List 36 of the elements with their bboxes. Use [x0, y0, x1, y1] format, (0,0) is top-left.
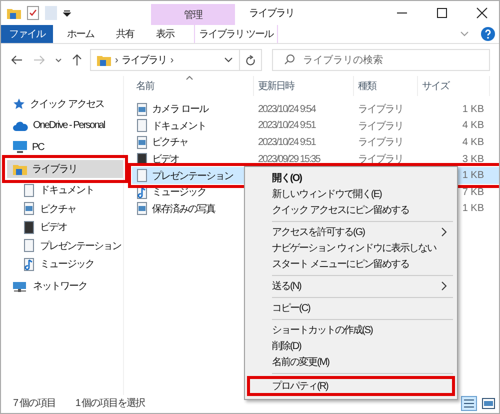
nav-label: ドキュメント: [40, 184, 94, 198]
file-type: ライブラリ: [358, 120, 403, 133]
file-name: 保存済みの写真: [152, 202, 215, 216]
nav-label: ライブラリ: [32, 162, 77, 176]
modified-date: 2023/10/24 9:51: [258, 136, 316, 148]
file-name: ミュージック: [152, 186, 206, 200]
window-title: ライブラリ: [249, 6, 294, 20]
nav-label: OneDrive - Personal: [33, 120, 105, 132]
nav-label: PC: [32, 142, 44, 153]
file-size: 1 KB: [462, 104, 484, 115]
file-size: 4 KB: [462, 120, 484, 132]
file-name: ピクチャ: [152, 136, 188, 150]
nav-label: クイック アクセス: [30, 98, 104, 112]
context-tab-header: 管理: [151, 4, 235, 25]
file-name: カメラ ロール: [152, 103, 208, 116]
modified-date: 2023/09/29 15:35: [258, 154, 320, 165]
nav-label: ミュージック: [40, 258, 94, 272]
status-text: 1 個の項目を選択: [75, 397, 145, 410]
status-text: 7 個の項目: [13, 397, 56, 410]
file-name: ドキュメント: [152, 120, 206, 133]
file-size: 1 KB: [462, 203, 484, 214]
nav-label: ビデオ: [40, 221, 67, 234]
nav-label: プレゼンテーション: [40, 240, 121, 253]
file-size: 4 KB: [462, 136, 484, 148]
nav-label: ネットワーク: [33, 280, 87, 293]
file-size: 7 KB: [462, 186, 484, 198]
file-name: プレゼンテーション: [152, 170, 233, 183]
file-name: ビデオ: [152, 153, 179, 166]
nav-label: ピクチャ: [40, 202, 76, 216]
file-type: ライブラリ: [358, 102, 403, 116]
file-type: ライブラリ: [358, 152, 403, 166]
modified-date: 2023/10/24 9:51: [258, 120, 316, 132]
modified-date: 2023/10/24 9:54: [258, 104, 316, 115]
file-size: 1 KB: [462, 170, 484, 182]
file-size: 3 KB: [462, 154, 484, 165]
file-type: ライブラリ: [358, 136, 403, 150]
